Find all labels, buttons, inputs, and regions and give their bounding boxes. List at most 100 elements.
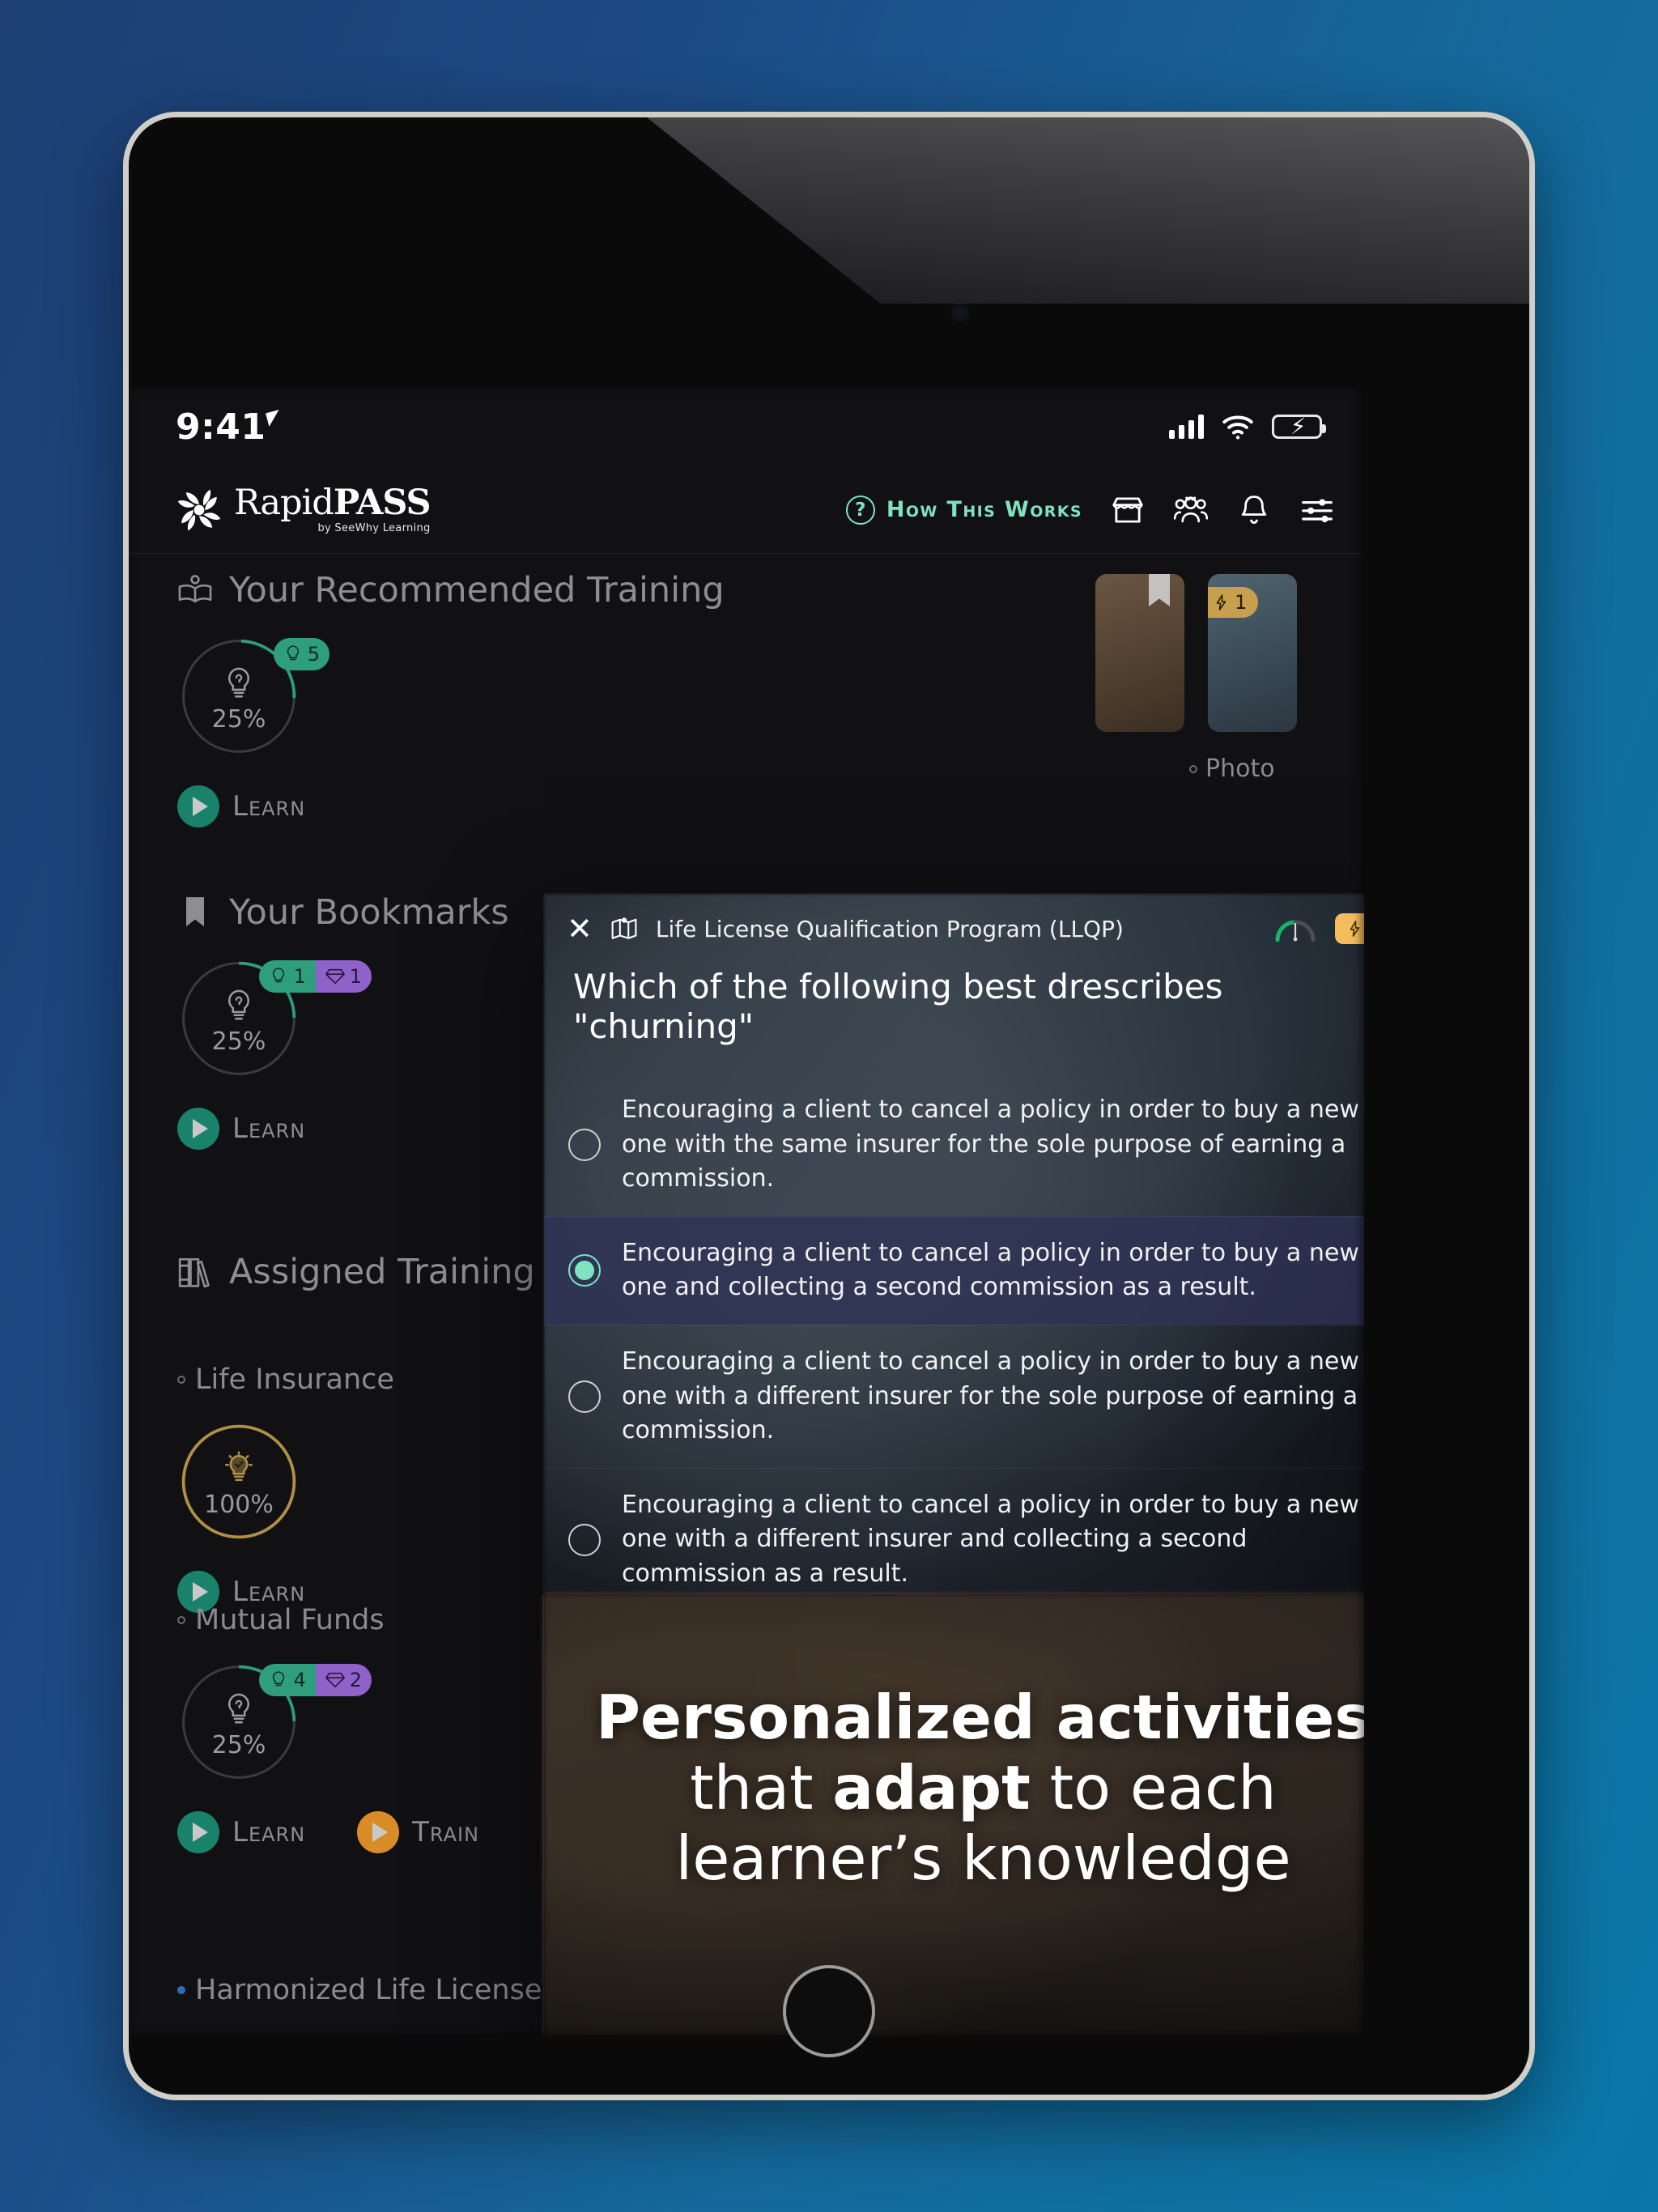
lightbulb-question-icon [221, 988, 257, 1023]
actions-bookmarks: Learn [177, 1108, 509, 1150]
store-icon[interactable] [1110, 492, 1146, 528]
play-icon [177, 1108, 219, 1150]
open-book-person-icon [177, 572, 213, 608]
course-label-life-insurance[interactable]: Life Insurance [177, 1363, 394, 1396]
progress-ring-life-insurance: 100% [177, 1420, 300, 1543]
answer-option-selected[interactable]: Encouraging a client to cancel a policy … [544, 1215, 1364, 1325]
front-camera [951, 304, 969, 321]
section-recommended-training: Your Recommended Training 25% 5 Learn [177, 570, 725, 827]
app-header: RapidPASS by SeeWhy Learning ? How This … [129, 466, 1364, 554]
wifi-icon [1222, 413, 1254, 440]
pinwheel-logo-icon [176, 487, 223, 534]
how-this-works-label: How This Works [886, 497, 1082, 522]
tablet-device-frame: 9:41 ⚡ RapidPASS by SeeWhy Learning ? Ho… [123, 112, 1535, 2100]
bullet-icon [177, 1616, 185, 1624]
course-card-2[interactable]: 1 [1208, 574, 1297, 732]
bullet-icon [177, 1376, 185, 1384]
energy-badge-modal: 1 [1334, 913, 1364, 944]
answer-option-text: Encouraging a client to cancel a policy … [622, 1238, 1359, 1302]
location-arrow-icon [266, 409, 283, 427]
course-mutual-funds: Mutual Funds 25% 4 2 Learn Train [177, 1604, 479, 1853]
progress-ring-bookmarks: 25% 1 1 [177, 957, 372, 1080]
tablet-bezel: 9:41 ⚡ RapidPASS by SeeWhy Learning ? Ho… [129, 117, 1529, 2095]
actions-mutual-funds: Learn Train [177, 1811, 479, 1853]
badge-value: 5 [307, 643, 320, 666]
battery-charging-icon: ⚡ [1272, 415, 1326, 439]
badge-pill-recommended: 5 [273, 638, 329, 670]
speed-gauge-icon [1273, 914, 1317, 943]
radio-button-icon[interactable] [568, 1128, 601, 1161]
section-label-recommended: Your Recommended Training [229, 570, 725, 610]
answer-option[interactable]: Encouraging a client to cancel a policy … [544, 1074, 1364, 1216]
card-label-photo[interactable]: Photo [1189, 755, 1275, 783]
answer-option-text: Encouraging a client to cancel a policy … [622, 1346, 1359, 1445]
learn-label: Learn [232, 1816, 306, 1848]
bell-icon[interactable] [1236, 492, 1272, 528]
progress-value-life-insurance: 100% [204, 1491, 274, 1519]
energy-badge-card-2: 1 [1208, 587, 1259, 618]
lightbulb-question-icon [221, 1691, 257, 1727]
train-label: Train [412, 1816, 480, 1848]
badge-value: 1 [349, 965, 362, 988]
course-card-1[interactable] [1095, 574, 1184, 732]
answer-option[interactable]: Encouraging a client to cancel a policy … [544, 1324, 1364, 1468]
radio-button-icon[interactable] [568, 1380, 601, 1413]
how-this-works-button[interactable]: ? How This Works [845, 495, 1082, 525]
modal-header: ✕ Life License Qualification Program (LL… [544, 894, 1364, 959]
course-label-mutual-funds[interactable]: Mutual Funds [177, 1604, 479, 1636]
answer-option[interactable]: Encouraging a client to cancel a policy … [544, 1467, 1364, 1611]
badge-value: 2 [349, 1669, 362, 1691]
badge-value: 1 [293, 965, 306, 988]
play-icon [357, 1811, 400, 1853]
bullet-icon [1189, 764, 1197, 773]
brand-logo[interactable]: RapidPASS by SeeWhy Learning [176, 486, 432, 534]
radio-button-icon[interactable] [568, 1523, 601, 1556]
status-clock: 9:41 [176, 406, 283, 448]
sliders-icon[interactable] [1299, 492, 1335, 528]
badge-lightbulb: 5 [273, 638, 329, 670]
header-nav: ? How This Works [845, 492, 1335, 528]
progress-ring-mutual-funds: 25% 4 2 [177, 1661, 372, 1784]
answer-options: Encouraging a client to cancel a policy … [544, 1074, 1364, 1611]
question-mark-icon: ? [845, 495, 875, 525]
promo-line-2: that adapt to each [690, 1752, 1277, 1823]
section-label-assigned: Assigned Training [229, 1252, 535, 1292]
learn-label: Learn [232, 1576, 306, 1608]
promo-line-1: Personalized activities [595, 1682, 1364, 1753]
badge-lightbulb: 1 [259, 960, 316, 993]
learn-button-mutual-funds[interactable]: Learn [177, 1811, 305, 1853]
badge-diamond: 2 [315, 1664, 372, 1696]
progress-value-recommended: 25% [211, 705, 266, 734]
badge-lightbulb: 4 [259, 1664, 316, 1696]
people-group-icon[interactable] [1173, 492, 1209, 528]
brand-tagline: by SeeWhy Learning [317, 522, 431, 534]
status-bar: 9:41 ⚡ [129, 387, 1364, 466]
modal-course-title: Life License Qualification Program (LLQP… [655, 915, 1124, 942]
cellular-signal-icon [1169, 415, 1204, 439]
promo-line-3: learner’s knowledge [675, 1823, 1291, 1894]
radio-button-icon[interactable] [568, 1254, 601, 1287]
section-bookmarks: Your Bookmarks 25% 1 1 Learn [177, 892, 509, 1150]
home-button[interactable] [783, 1965, 875, 2057]
brand-text: RapidPASS by SeeWhy Learning [234, 486, 432, 534]
learn-button-recommended[interactable]: Learn [177, 785, 305, 827]
bullet-icon [177, 1986, 185, 1994]
badge-value: 4 [293, 1669, 306, 1691]
learn-button-bookmarks[interactable]: Learn [177, 1108, 305, 1150]
section-title-assigned: Assigned Training [177, 1252, 535, 1292]
progress-value-bookmarks: 25% [211, 1027, 266, 1056]
bookmark-icon [177, 895, 213, 930]
section-assigned-training: Assigned Training [177, 1252, 535, 1292]
question-text: Which of the following best drescribes "… [573, 967, 1223, 1046]
badge-pill-mutual-funds: 4 2 [259, 1664, 372, 1696]
play-icon [177, 1811, 219, 1853]
status-indicators: ⚡ [1169, 413, 1326, 440]
lightbulb-check-icon [221, 1451, 257, 1487]
answer-option-text: Encouraging a client to cancel a policy … [622, 1490, 1359, 1588]
section-title-bookmarks: Your Bookmarks [177, 892, 509, 933]
train-button-mutual-funds[interactable]: Train [357, 1811, 479, 1853]
badge-pill-bookmarks: 1 1 [259, 960, 372, 993]
books-shelf-icon [177, 1254, 213, 1290]
bookmark-icon [1149, 574, 1170, 606]
close-icon[interactable]: ✕ [567, 913, 593, 944]
